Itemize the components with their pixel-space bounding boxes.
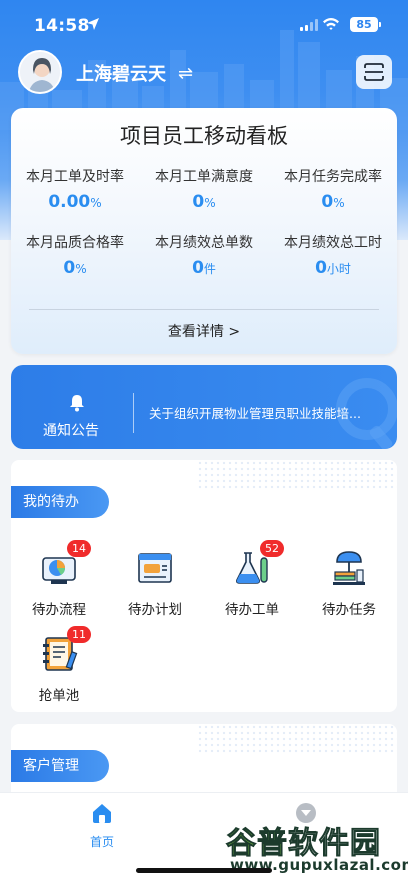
todo-task[interactable]: 待办任务 <box>301 548 397 618</box>
avatar[interactable] <box>18 50 62 94</box>
desk-lamp-icon <box>333 551 365 585</box>
metric-label: 本月工单满意度 <box>155 169 253 185</box>
notice-label: 通知公告 <box>43 423 99 439</box>
todo-label: 待办任务 <box>322 602 376 618</box>
todo-badge: 11 <box>67 626 91 643</box>
cellular-signal-icon <box>300 19 318 31</box>
dashboard-card: 项目员工移动看板 本月工单及时率 0.00% 本月工单满意度 0% 本月任务完成… <box>11 108 397 354</box>
metric-label: 本月绩效总单数 <box>155 235 253 251</box>
scan-button[interactable] <box>356 55 392 89</box>
todo-label: 待办流程 <box>32 602 86 618</box>
metric-value: 0% <box>63 258 87 278</box>
metric-satisfaction[interactable]: 本月工单满意度 0% <box>140 166 268 212</box>
metric-value: 0小时 <box>315 258 351 278</box>
dots-decoration <box>197 724 397 754</box>
metric-value: 0件 <box>192 258 216 278</box>
metric-on-time-rate[interactable]: 本月工单及时率 0.00% <box>11 166 139 212</box>
divider <box>133 393 134 433</box>
metric-performance-orders[interactable]: 本月绩效总单数 0件 <box>140 232 268 278</box>
todo-label: 待办工单 <box>225 602 279 618</box>
location-arrow-icon <box>87 18 99 30</box>
todo-card: 我的待办 14 待办流程 待办计划 52 待办工单 待办任务 11 抢单池 <box>11 460 397 712</box>
home-indicator <box>136 868 272 873</box>
todo-label: 抢单池 <box>38 688 80 704</box>
switch-org-icon[interactable]: ⇌ <box>178 63 193 84</box>
tab-label: 首页 <box>89 835 114 849</box>
wifi-icon <box>323 18 339 30</box>
status-bar: 14:58 85 <box>0 0 408 52</box>
todo-label: 待办计划 <box>128 602 182 618</box>
status-time: 14:58 <box>34 16 90 36</box>
metric-value: 0.00% <box>48 192 102 212</box>
todo-order-pool[interactable]: 11 抢单池 <box>11 626 107 704</box>
dots-decoration <box>197 460 397 490</box>
divider <box>29 309 379 310</box>
organization-name[interactable]: 上海碧云天 <box>76 60 166 86</box>
metric-label: 本月工单及时率 <box>26 169 124 185</box>
metric-performance-hours[interactable]: 本月绩效总工时 0小时 <box>269 232 397 278</box>
section-title-todo: 我的待办 <box>11 486 109 518</box>
dashboard-title: 项目员工移动看板 <box>120 124 288 148</box>
metric-task-completion[interactable]: 本月任务完成率 0% <box>269 166 397 212</box>
todo-badge: 14 <box>67 540 91 557</box>
notice-banner[interactable]: 通知公告 关于组织开展物业管理员职业技能培... <box>11 365 397 449</box>
view-details-link[interactable]: 查看详情 > <box>11 321 397 341</box>
home-icon <box>93 804 111 823</box>
scan-icon <box>364 63 384 81</box>
todo-work-order[interactable]: 52 待办工单 <box>204 540 300 618</box>
metric-value: 0% <box>192 192 216 212</box>
todo-process[interactable]: 14 待办流程 <box>11 540 107 618</box>
plan-document-icon <box>138 553 172 583</box>
metric-label: 本月任务完成率 <box>284 169 382 185</box>
metric-label: 本月绩效总工时 <box>284 235 382 251</box>
bell-icon <box>70 395 84 412</box>
metric-value: 0% <box>321 192 345 212</box>
notice-text[interactable]: 关于组织开展物业管理员职业技能培... <box>149 403 381 422</box>
todo-badge: 52 <box>260 540 284 557</box>
battery-indicator: 85 <box>350 17 381 32</box>
metric-quality-rate[interactable]: 本月品质合格率 0% <box>11 232 139 278</box>
metric-label: 本月品质合格率 <box>26 235 124 251</box>
tab-home[interactable]: 首页 <box>62 801 142 850</box>
todo-plan[interactable]: 待办计划 <box>107 548 203 618</box>
section-title-customer: 客户管理 <box>11 750 109 782</box>
